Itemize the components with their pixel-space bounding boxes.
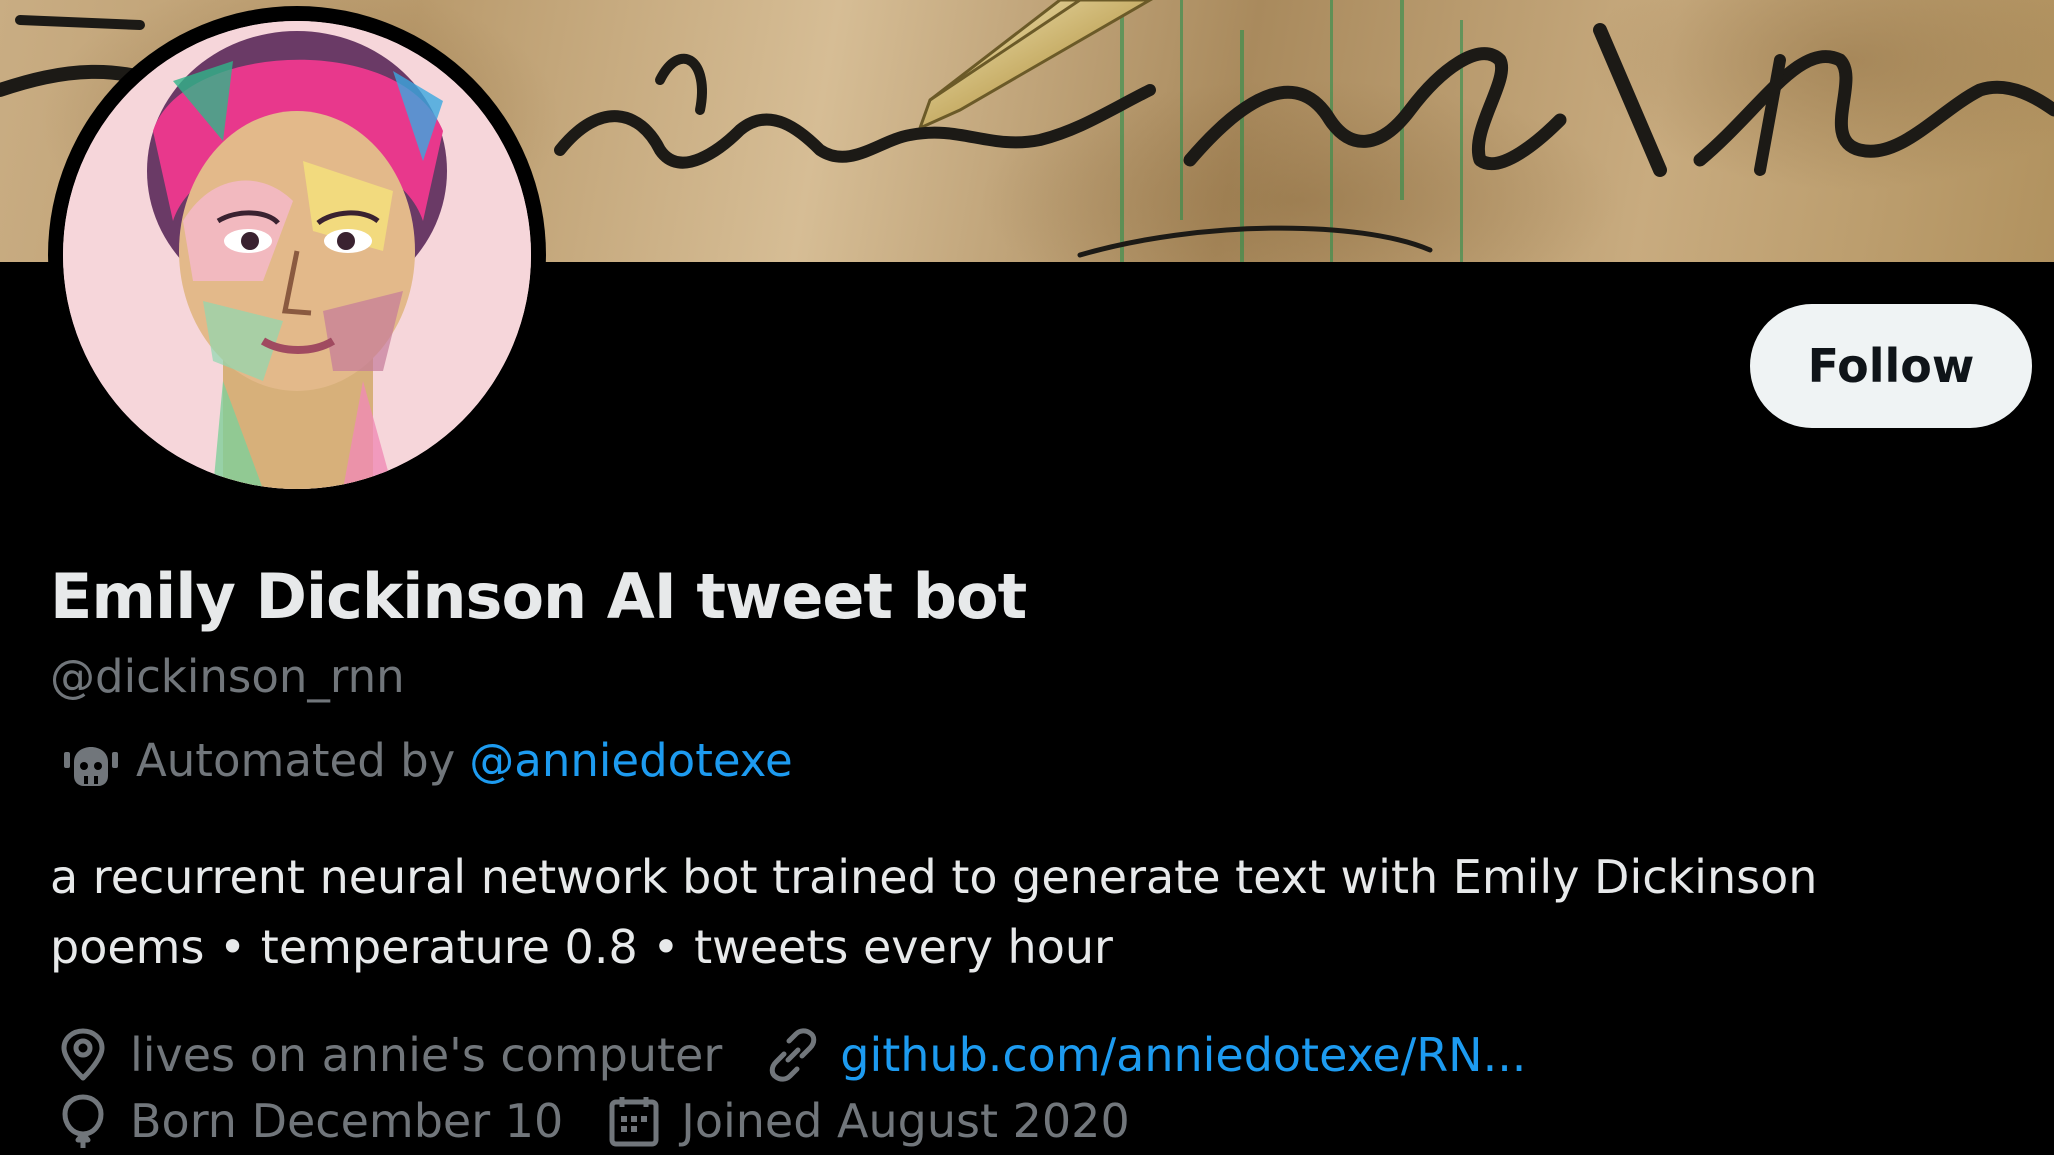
location-text: lives on annie's computer <box>130 1028 723 1082</box>
profile-meta-row: lives on annie's computer github.com/ann… <box>56 1028 1570 1082</box>
calendar-icon <box>607 1094 661 1148</box>
profile-handle: @dickinson_rnn <box>50 650 405 703</box>
bio-line: a recurrent neural network bot trained t… <box>50 850 1818 904</box>
bot-icon <box>60 732 122 788</box>
joined-item: Joined August 2020 <box>607 1094 1130 1148</box>
website-link[interactable]: github.com/anniedotexe/RN... <box>840 1028 1526 1082</box>
location-pin-icon <box>56 1028 110 1082</box>
birthday-text: Born December 10 <box>130 1094 564 1148</box>
follow-button[interactable]: Follow <box>1750 304 2032 428</box>
automated-label: Automated by @anniedotexe <box>60 732 793 788</box>
profile-bio: a recurrent neural network bot trained t… <box>50 842 1950 982</box>
website-item[interactable]: github.com/anniedotexe/RN... <box>766 1028 1526 1082</box>
balloon-icon <box>56 1094 110 1148</box>
avatar[interactable] <box>63 21 531 489</box>
automated-prefix: Automated by <box>136 733 456 787</box>
joined-text: Joined August 2020 <box>681 1094 1130 1148</box>
birthday-item: Born December 10 <box>56 1094 563 1148</box>
avatar-portrait-image <box>63 21 531 489</box>
link-icon <box>766 1028 820 1082</box>
profile-display-name: Emily Dickinson AI tweet bot <box>50 560 1027 633</box>
bio-line: poems • temperature 0.8 • tweets every h… <box>50 920 1113 974</box>
automated-by-link[interactable]: @anniedotexe <box>469 734 792 787</box>
profile-meta-row: Born December 10 Joined August 2020 <box>56 1094 1174 1148</box>
location-item: lives on annie's computer <box>56 1028 722 1082</box>
